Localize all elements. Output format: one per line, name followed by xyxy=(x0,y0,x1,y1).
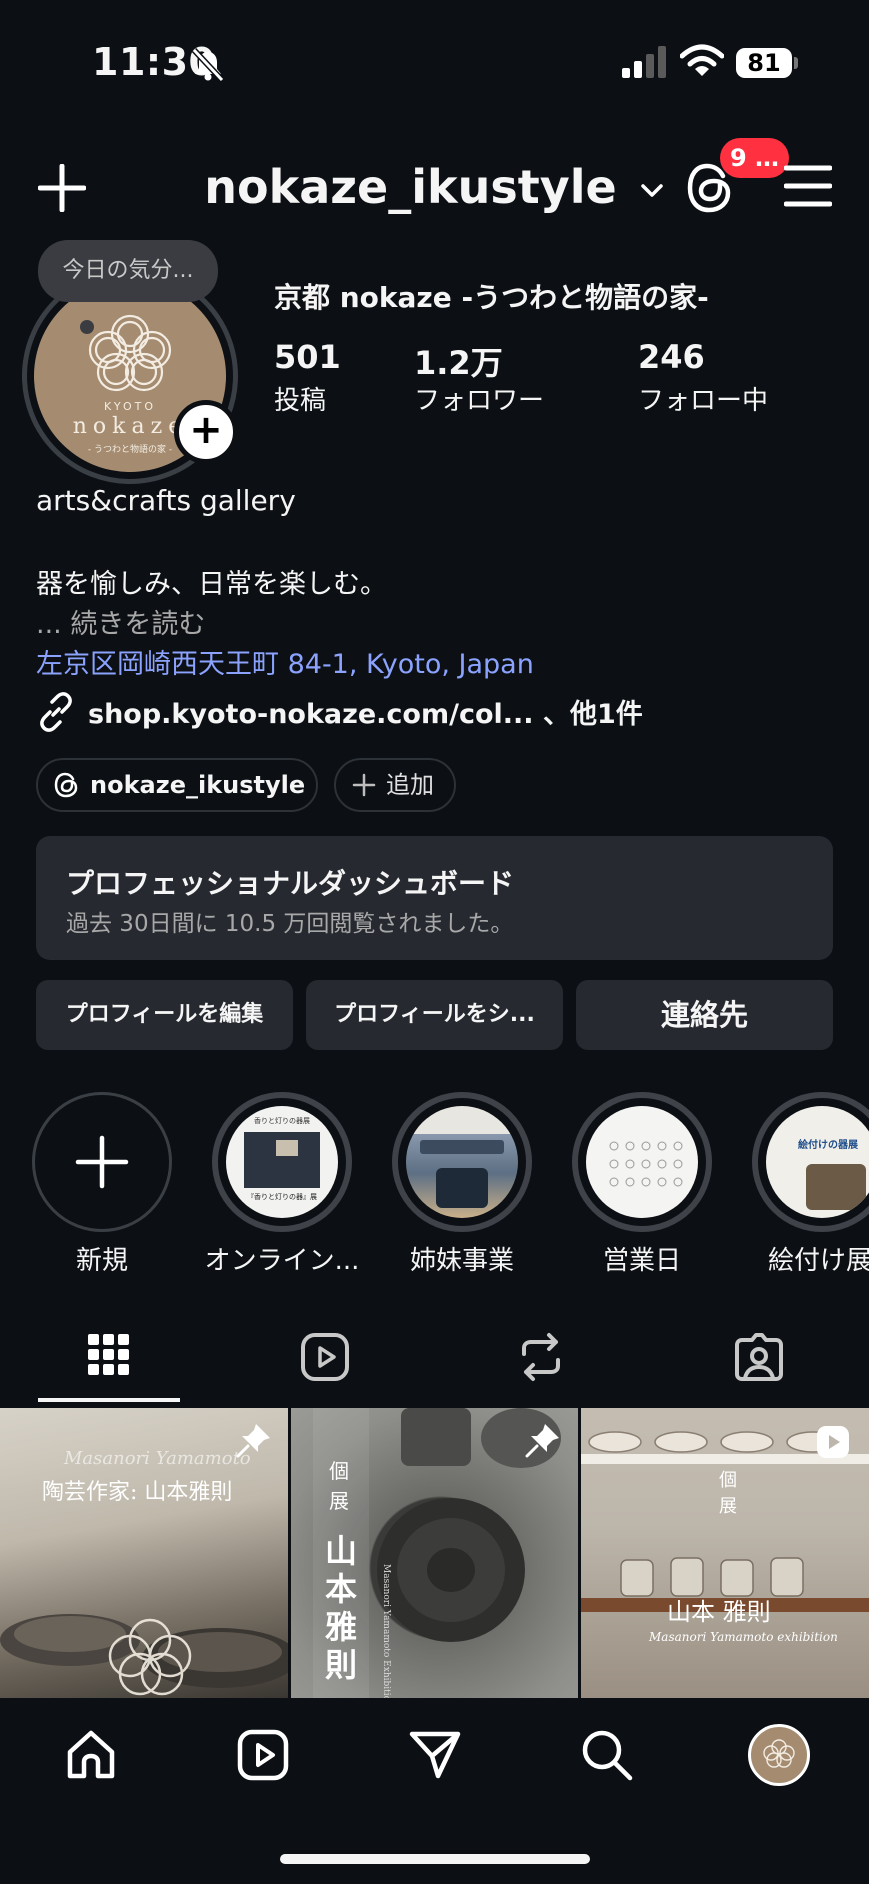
brand-logo-small-icon xyxy=(763,1739,795,1768)
post-2-small: 個展 xyxy=(329,1459,349,1513)
highlight-label-painting: 絵付け展 xyxy=(768,1246,869,1276)
post-3-script: Masanori Yamamoto exhibition xyxy=(649,1630,838,1644)
highlight-sister-photo xyxy=(436,1168,488,1208)
link-icon xyxy=(40,692,72,732)
following-label[interactable]: フォロー中 xyxy=(638,380,768,417)
threads-profile-chip[interactable]: nokaze_ikustyle xyxy=(36,758,318,812)
menu-hamburger-icon[interactable] xyxy=(784,164,832,208)
highlight-online[interactable]: 香りと灯りの器展 『香りと灯りの器』展 xyxy=(212,1092,352,1232)
reposts-tab-icon[interactable] xyxy=(518,1332,564,1382)
threads-chip-label: nokaze_ikustyle xyxy=(90,771,306,799)
profile-bio: 器を愉しみ、日常を楽しむ。 xyxy=(36,569,387,600)
pin-icon xyxy=(525,1424,559,1458)
highlight-painting[interactable]: 絵付けの器展 xyxy=(752,1092,869,1232)
posts-count[interactable]: 501 xyxy=(274,338,341,376)
highlight-sister-banner xyxy=(420,1140,504,1154)
tagged-tab-icon[interactable] xyxy=(734,1332,784,1382)
reels-icon[interactable] xyxy=(236,1728,290,1782)
edit-profile-button[interactable]: プロフィールを編集 xyxy=(36,980,293,1050)
read-more-link[interactable]: ... 続きを読む xyxy=(36,602,205,641)
plus-icon xyxy=(75,1135,129,1189)
home-indicator xyxy=(280,1854,590,1864)
post-1-script: Masanori Yamamoto xyxy=(64,1448,251,1469)
home-icon[interactable] xyxy=(64,1728,118,1782)
search-icon[interactable] xyxy=(580,1728,634,1782)
address-link[interactable]: 左京区岡崎西天王町 84-1, Kyoto, Japan xyxy=(36,642,534,681)
wifi-icon xyxy=(680,44,724,76)
website-link[interactable]: shop.kyoto-nokaze.com/col... 、他1件 xyxy=(88,692,643,731)
highlight-painting-header: 絵付けの器展 xyxy=(798,1140,858,1151)
following-count[interactable]: 246 xyxy=(638,338,705,376)
grid-post-2[interactable]: 個展 山本 雅則 Masanori Yamamoto Exhibition xyxy=(291,1408,578,1698)
username-label: nokaze_ikustyle xyxy=(204,160,617,214)
battery-tip xyxy=(794,57,798,69)
highlight-painting-photo xyxy=(806,1164,866,1210)
share-profile-button[interactable]: プロフィールをシ... xyxy=(306,980,563,1050)
calendar-icon xyxy=(609,1141,683,1187)
silent-bell-icon xyxy=(191,48,225,82)
add-story-plus-icon[interactable]: + xyxy=(174,400,238,464)
highlight-label-online: オンライン... xyxy=(204,1246,360,1276)
post-1-title: 陶芸作家: 山本雅則 xyxy=(42,1480,233,1505)
grid-post-3[interactable]: 個展 山本 雅則 Masanori Yamamoto exhibition xyxy=(581,1408,869,1698)
post-2-big: 山本 雅則 xyxy=(325,1532,358,1684)
battery-indicator: 81 xyxy=(736,48,792,78)
highlight-label-sister: 姉妹事業 xyxy=(409,1246,514,1276)
note-bubble-tail xyxy=(80,320,94,334)
note-bubble[interactable]: 今日の気分... xyxy=(38,240,218,302)
contact-button[interactable]: 連絡先 xyxy=(576,980,833,1050)
reel-icon xyxy=(817,1426,849,1458)
highlight-new[interactable] xyxy=(32,1092,172,1232)
dashboard-subtitle: 過去 30日間に 10.5 万回閲覧されました。 xyxy=(66,911,514,937)
active-tab-indicator xyxy=(38,1398,180,1402)
dashboard-title: プロフェッショナルダッシュボード xyxy=(66,867,515,900)
grid-post-1[interactable]: Masanori Yamamoto 陶芸作家: 山本雅則 xyxy=(0,1408,288,1698)
post-3-name: 山本 雅則 xyxy=(667,1598,771,1626)
chevron-down-icon xyxy=(640,183,663,197)
profile-tab-avatar[interactable] xyxy=(748,1724,810,1786)
highlight-hours[interactable] xyxy=(572,1092,712,1232)
posts-label[interactable]: 投稿 xyxy=(274,380,326,417)
reels-tab-icon[interactable] xyxy=(300,1332,350,1382)
post-3-small: 個展 xyxy=(719,1470,737,1517)
pin-icon xyxy=(236,1424,270,1458)
plus-small-icon xyxy=(352,773,376,797)
highlight-online-caption: 『香りと灯りの器』展 xyxy=(247,1193,317,1201)
display-name: 京都 nokaze -うつわと物語の家- xyxy=(274,281,709,314)
direct-message-icon[interactable] xyxy=(408,1728,462,1782)
profile-category: arts&crafts gallery xyxy=(36,484,296,517)
highlight-sister[interactable] xyxy=(392,1092,532,1232)
add-chip-label: 追加 xyxy=(386,771,434,799)
threads-notification-badge: 9 … xyxy=(720,138,790,178)
post-2-side: Masanori Yamamoto Exhibition xyxy=(381,1564,391,1698)
add-chip[interactable]: 追加 xyxy=(334,758,456,812)
cellular-signal-icon xyxy=(622,46,666,78)
threads-small-icon xyxy=(54,772,78,798)
grid-tab-icon[interactable] xyxy=(88,1334,130,1376)
highlight-online-header: 香りと灯りの器展 xyxy=(254,1117,310,1125)
followers-label[interactable]: フォロワー xyxy=(414,380,544,417)
highlight-label-new: 新規 xyxy=(75,1246,128,1276)
followers-count[interactable]: 1.2万 xyxy=(414,338,503,384)
highlight-label-hours: 営業日 xyxy=(602,1246,681,1276)
professional-dashboard[interactable]: プロフェッショナルダッシュボード 過去 30日間に 10.5 万回閲覧されました… xyxy=(36,836,833,960)
highlight-online-photo xyxy=(276,1140,298,1156)
